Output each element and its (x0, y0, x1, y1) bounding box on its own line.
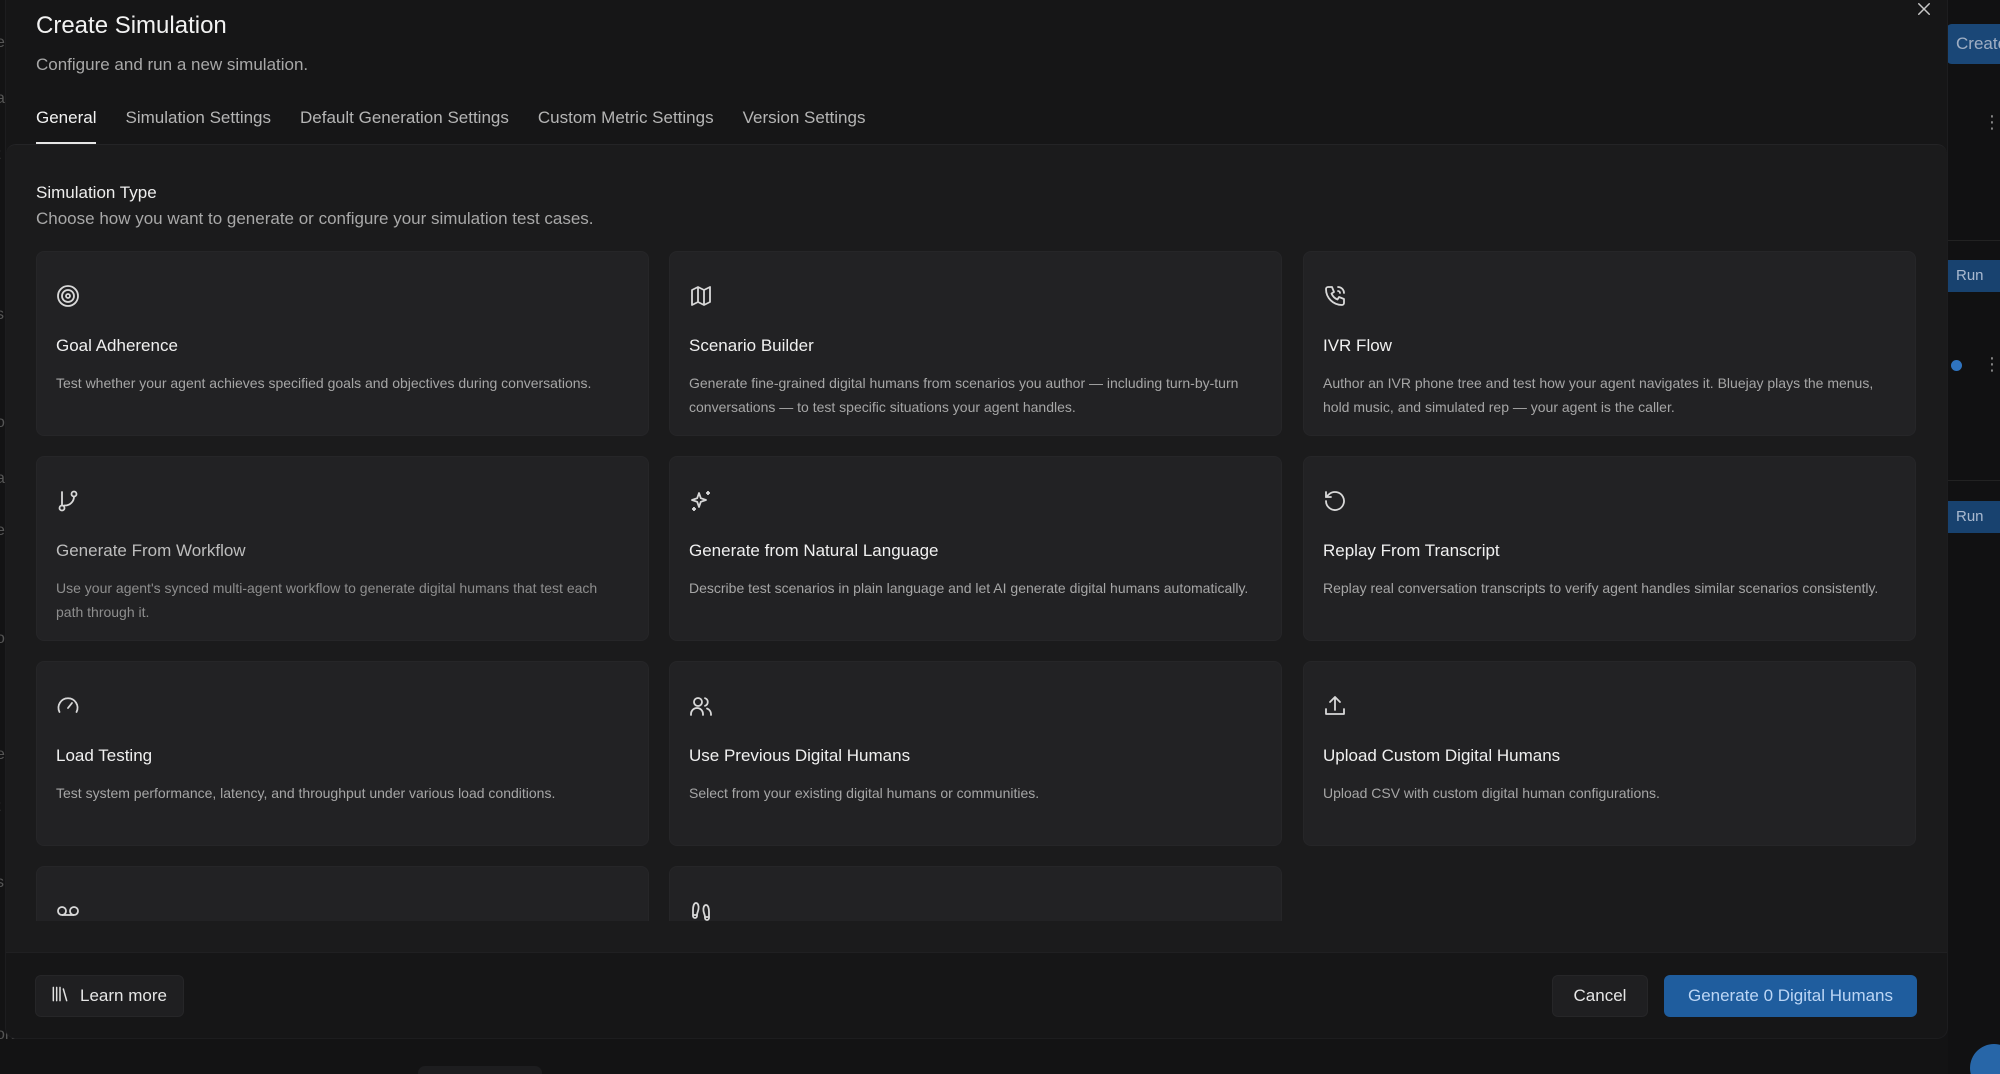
background-right-panel (1948, 0, 2000, 1074)
background-pill (418, 1066, 542, 1074)
bg-letter: e (0, 746, 5, 763)
map-icon (689, 284, 713, 308)
card-description: Upload CSV with custom digital human con… (1323, 785, 1660, 801)
bg-letter: e (0, 34, 5, 51)
learn-more-label: Learn more (80, 986, 167, 1005)
bg-letter: s (0, 306, 4, 323)
cancel-button[interactable]: Cancel (1552, 975, 1648, 1017)
card-title: Replay From Transcript (1323, 541, 1500, 560)
sparkles-icon (689, 489, 713, 513)
card-description: Test whether your agent achieves specifi… (56, 375, 592, 391)
tab-bar: General Simulation Settings Default Gene… (36, 108, 894, 144)
card-description: Test system performance, latency, and th… (56, 785, 556, 801)
simulation-type-grid: Goal Adherence Test whether your agent a… (36, 251, 1924, 921)
card-upload-custom-digital-humans[interactable]: Upload Custom Digital Humans Upload CSV … (1303, 661, 1916, 846)
card-title: IVR Flow (1323, 336, 1392, 355)
card-title: Load Testing (56, 746, 153, 765)
status-dot (1951, 360, 1962, 371)
section-title: Simulation Type (36, 183, 157, 202)
tab-simulation-settings[interactable]: Simulation Settings (125, 108, 271, 144)
dialog-subtitle: Configure and run a new simulation. (36, 55, 309, 74)
card-title: Goal Adherence (56, 336, 178, 355)
simulation-type-panel: Simulation Type Choose how you want to g… (6, 144, 1947, 952)
bg-letter: o (0, 630, 5, 647)
tab-version-settings[interactable]: Version Settings (743, 108, 866, 144)
card-footprints[interactable] (669, 866, 1282, 921)
card-scenario-builder[interactable]: Scenario Builder Generate fine-grained d… (669, 251, 1282, 436)
library-icon (50, 984, 70, 1009)
kebab-menu-icon: ⋮ (1983, 112, 2000, 132)
card-title: Scenario Builder (689, 336, 814, 355)
card-title: Generate From Workflow (56, 541, 246, 560)
card-generate-from-natural-language[interactable]: Generate from Natural Language Describe … (669, 456, 1282, 641)
close-icon[interactable] (1912, 0, 1936, 24)
card-description: Generate fine-grained digital humans fro… (689, 375, 1239, 415)
voicemail-icon (56, 899, 80, 921)
background-divider (1948, 480, 2000, 481)
background-run-button: Run (1942, 260, 2000, 292)
card-description: Select from your existing digital humans… (689, 785, 1040, 801)
generate-button[interactable]: Generate 0 Digital Humans (1664, 975, 1917, 1017)
card-description: Replay real conversation transcripts to … (1323, 580, 1879, 596)
tab-general[interactable]: General (36, 108, 97, 144)
card-title: Generate from Natural Language (689, 541, 939, 560)
card-title: Use Previous Digital Humans (689, 746, 911, 765)
target-icon (56, 284, 80, 308)
section-description: Choose how you want to generate or confi… (36, 209, 594, 228)
upload-icon (1323, 694, 1347, 718)
card-description: Author an IVR phone tree and test how yo… (1323, 375, 1874, 415)
rotate-ccw-icon (1323, 489, 1347, 513)
card-title: Upload Custom Digital Humans (1323, 746, 1561, 765)
learn-more-button[interactable]: Learn more (35, 975, 184, 1017)
phone-call-icon (1323, 284, 1347, 308)
card-description: Describe test scenarios in plain languag… (689, 580, 1249, 596)
bg-letter: a (0, 470, 5, 487)
card-voicemail[interactable] (36, 866, 649, 921)
bg-letter: o (0, 414, 5, 431)
bg-letter: a (0, 90, 5, 107)
users-icon (689, 694, 713, 718)
kebab-menu-icon: ⋮ (1983, 354, 2000, 374)
create-simulation-dialog: Create Simulation Configure and run a ne… (6, 0, 1947, 1038)
dialog-footer: Learn more Cancel Generate 0 Digital Hum… (6, 952, 1947, 1038)
background-create-button: Create (1946, 24, 2000, 64)
gauge-icon (56, 694, 80, 718)
bg-letter: s (0, 874, 4, 891)
background-divider (1948, 240, 2000, 241)
git-branch-icon (56, 489, 80, 513)
card-replay-from-transcript[interactable]: Replay From Transcript Replay real conve… (1303, 456, 1916, 641)
tab-default-generation-settings[interactable]: Default Generation Settings (300, 108, 509, 144)
card-goal-adherence[interactable]: Goal Adherence Test whether your agent a… (36, 251, 649, 436)
card-description: Use your agent's synced multi-agent work… (56, 580, 598, 620)
card-generate-from-workflow[interactable]: Generate From Workflow Use your agent's … (36, 456, 649, 641)
background-run-button: Run (1942, 501, 2000, 533)
footprints-icon (689, 899, 713, 921)
card-ivr-flow[interactable]: IVR Flow Author an IVR phone tree and te… (1303, 251, 1916, 436)
tab-custom-metric-settings[interactable]: Custom Metric Settings (538, 108, 714, 144)
card-load-testing[interactable]: Load Testing Test system performance, la… (36, 661, 649, 846)
card-use-previous-digital-humans[interactable]: Use Previous Digital Humans Select from … (669, 661, 1282, 846)
dialog-title: Create Simulation (36, 12, 227, 39)
bg-letter: e (0, 522, 5, 539)
